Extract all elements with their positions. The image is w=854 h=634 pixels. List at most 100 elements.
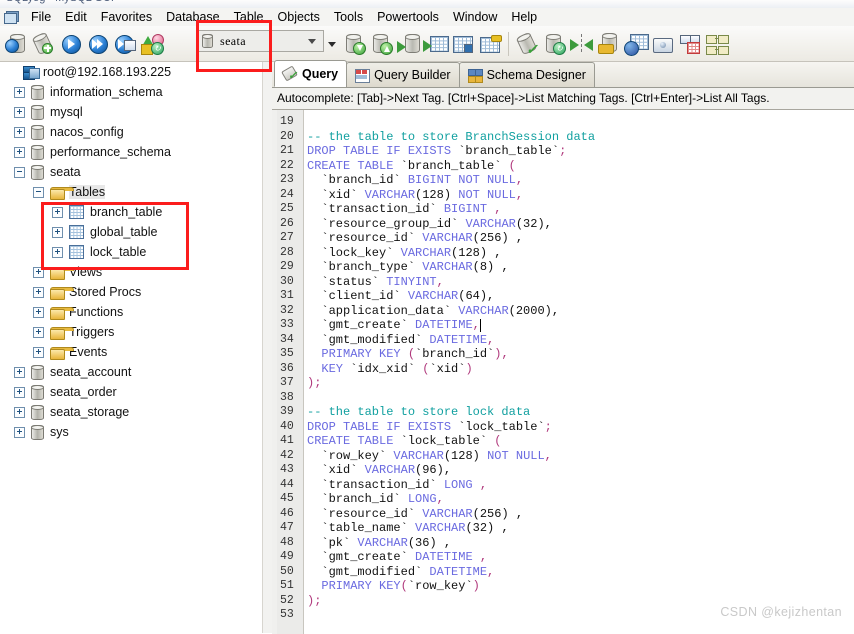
flush-icon[interactable]: ✓ [514, 29, 541, 59]
database-selector[interactable]: seata [196, 30, 324, 52]
grid-view-icon[interactable] [676, 29, 703, 59]
expand-plus-icon[interactable] [14, 386, 25, 398]
code-line[interactable]: `branch_id` LONG, [307, 492, 443, 506]
tree-item-functions[interactable]: Functions [0, 302, 271, 322]
new-connection-icon[interactable] [3, 29, 30, 59]
code-line[interactable]: `table_name` VARCHAR(32) , [307, 521, 508, 535]
compare-icon[interactable] [568, 29, 595, 59]
code-line[interactable]: DROP TABLE IF EXISTS `branch_table`; [307, 144, 566, 158]
code-line[interactable]: ); [307, 594, 321, 608]
expand-plus-icon[interactable] [14, 106, 25, 118]
code-line[interactable]: PRIMARY KEY(`row_key`) [307, 579, 479, 593]
tree-item-seata-order[interactable]: seata_order [0, 382, 271, 402]
code-line[interactable]: `gmt_modified` DATETIME, [307, 333, 494, 347]
menu-item-file[interactable]: File [24, 9, 58, 25]
expand-plus-icon[interactable] [14, 366, 25, 378]
refresh-objects-icon[interactable]: ↻ [138, 29, 165, 59]
expand-plus-icon[interactable] [52, 246, 63, 258]
schema-diagram-icon[interactable] [703, 29, 730, 59]
object-browser-tree[interactable]: root@192.168.193.225 information_schema my… [0, 62, 272, 633]
code-line[interactable]: `pk` VARCHAR(36) , [307, 536, 451, 550]
menu-item-powertools[interactable]: Powertools [370, 9, 446, 25]
menu-item-favorites[interactable]: Favorites [94, 9, 159, 25]
tree-item-stored-procs[interactable]: Stored Procs [0, 282, 271, 302]
code-line[interactable]: CREATE TABLE `branch_table` ( [307, 159, 516, 173]
code-line[interactable]: `gmt_create` DATETIME , [307, 550, 487, 564]
expand-plus-icon[interactable] [14, 426, 25, 438]
code-line[interactable]: DROP TABLE IF EXISTS `lock_table`; [307, 420, 552, 434]
code-line[interactable]: `branch_id` BIGINT NOT NULL, [307, 173, 523, 187]
code-line[interactable]: `xid` VARCHAR(128) NOT NULL, [307, 188, 523, 202]
code-line[interactable]: `resource_id` VARCHAR(256) , [307, 507, 523, 521]
collapse-minus-icon[interactable] [33, 186, 44, 198]
tab-query[interactable]: ✓ Query [274, 60, 348, 87]
code-line[interactable]: KEY `idx_xid` (`xid`) [307, 362, 472, 376]
tree-item-views[interactable]: Views [0, 262, 271, 282]
restore-icon[interactable] [622, 29, 649, 59]
menu-item-database[interactable]: Database [159, 9, 227, 25]
sql-editor[interactable]: 19 20 21 22 23 24 25 26 27 28 29 30 31 32 33 34 35 36 37 38… [272, 109, 854, 634]
form-view-icon[interactable] [649, 29, 676, 59]
code-line[interactable]: -- the table to store lock data [307, 405, 530, 419]
expand-plus-icon[interactable] [14, 406, 25, 418]
tree-item-lock-table[interactable]: lock_table [0, 242, 271, 262]
menu-item-help[interactable]: Help [504, 9, 544, 25]
tree-item-information-schema[interactable]: information_schema [0, 82, 271, 102]
copy-database-icon[interactable] [395, 29, 422, 59]
expand-plus-icon[interactable] [14, 126, 25, 138]
tab-query-builder[interactable]: Query Builder [346, 62, 460, 87]
code-line[interactable]: `branch_type` VARCHAR(8) , [307, 260, 508, 274]
code-line[interactable]: `lock_key` VARCHAR(128) , [307, 246, 501, 260]
tab-schema-designer[interactable]: Schema Designer [458, 62, 595, 87]
expand-plus-icon[interactable] [52, 226, 63, 238]
code-line[interactable]: CREATE TABLE `lock_table` ( [307, 434, 501, 448]
tree-item-tables[interactable]: Tables [0, 182, 271, 202]
code-line[interactable]: `application_data` VARCHAR(2000), [307, 304, 559, 318]
code-line[interactable]: ); [307, 376, 321, 390]
expand-plus-icon[interactable] [33, 266, 44, 278]
code-line[interactable]: `resource_group_id` VARCHAR(32), [307, 217, 551, 231]
export-table-icon[interactable] [422, 29, 449, 59]
tree-item-global-table[interactable]: global_table [0, 222, 271, 242]
code-line[interactable]: `status` TINYINT, [307, 275, 443, 289]
tree-item-performance-schema[interactable]: performance_schema [0, 142, 271, 162]
menu-item-tools[interactable]: Tools [327, 9, 370, 25]
tree-item-events[interactable]: Events [0, 342, 271, 362]
menu-item-objects[interactable]: Objects [271, 9, 327, 25]
collapse-minus-icon[interactable] [14, 166, 25, 178]
execute-all-queries-icon[interactable] [84, 29, 111, 59]
tree-item-root-192-168-193-225[interactable]: root@192.168.193.225 [0, 62, 271, 82]
code-line[interactable]: `resource_id` VARCHAR(256) , [307, 231, 523, 245]
import-data-icon[interactable] [341, 29, 368, 59]
menu-item-edit[interactable]: Edit [58, 9, 94, 25]
code-line[interactable]: `client_id` VARCHAR(64), [307, 289, 494, 303]
execute-current-query-icon[interactable] [111, 29, 138, 59]
code-line[interactable]: `transaction_id` LONG , [307, 478, 487, 492]
code-line[interactable]: `row_key` VARCHAR(128) NOT NULL, [307, 449, 551, 463]
tree-item-seata[interactable]: seata [0, 162, 271, 182]
new-object-icon[interactable] [30, 29, 57, 59]
chevron-down-icon[interactable] [308, 39, 316, 44]
chevron-down-icon[interactable] [325, 29, 341, 59]
table-keys-icon[interactable] [476, 29, 503, 59]
menu-item-window[interactable]: Window [446, 9, 504, 25]
export-data-icon[interactable] [368, 29, 395, 59]
code-line[interactable]: `xid` VARCHAR(96), [307, 463, 451, 477]
code-line[interactable]: PRIMARY KEY (`branch_id`), [307, 347, 508, 361]
expand-plus-icon[interactable] [33, 286, 44, 298]
expand-plus-icon[interactable] [33, 346, 44, 358]
expand-plus-icon[interactable] [14, 146, 25, 158]
tree-item-branch-table[interactable]: branch_table [0, 202, 271, 222]
expand-plus-icon[interactable] [33, 306, 44, 318]
tree-item-seata-storage[interactable]: seata_storage [0, 402, 271, 422]
tree-item-nacos-config[interactable]: nacos_config [0, 122, 271, 142]
expand-plus-icon[interactable] [33, 326, 44, 338]
menu-item-table[interactable]: Table [227, 9, 271, 25]
tree-item-seata-account[interactable]: seata_account [0, 362, 271, 382]
table-data-icon[interactable] [449, 29, 476, 59]
expand-plus-icon[interactable] [52, 206, 63, 218]
tree-item-mysql[interactable]: mysql [0, 102, 271, 122]
sync-database-icon[interactable]: ↻ [541, 29, 568, 59]
code-line[interactable]: `transaction_id` BIGINT , [307, 202, 501, 216]
backup-icon[interactable] [595, 29, 622, 59]
